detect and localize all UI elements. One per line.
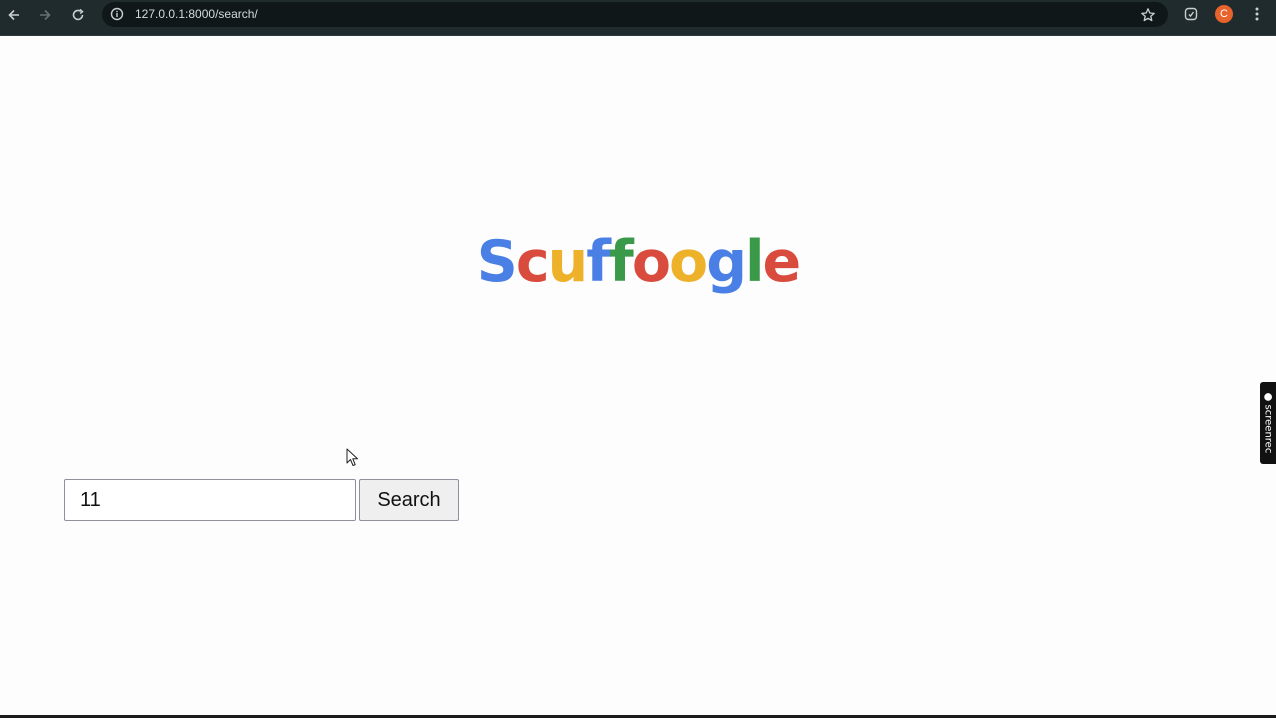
address-bar[interactable]: 127.0.0.1:8000/search/ (102, 2, 1168, 27)
reload-icon[interactable] (67, 4, 89, 26)
logo-letter: l (745, 229, 764, 295)
site-info-icon[interactable] (110, 7, 124, 21)
logo-letter: u (547, 229, 589, 295)
more-menu-icon[interactable] (1250, 6, 1264, 22)
logo-letter: o (631, 229, 671, 295)
logo-letter: f (586, 229, 611, 295)
site-logo: Scuffoogle (0, 226, 1276, 298)
mouse-cursor-icon (346, 448, 360, 468)
logo-letter: o (669, 229, 708, 295)
browser-toolbar: 127.0.0.1:8000/search/ C (0, 0, 1276, 36)
logo-letter: c (515, 229, 550, 295)
back-icon[interactable] (3, 4, 25, 26)
logo-letter: e (762, 229, 802, 295)
logo-letter: g (706, 229, 747, 295)
logo-letter: S (476, 229, 518, 295)
profile-avatar[interactable]: C (1215, 5, 1233, 23)
search-button[interactable]: Search (359, 479, 459, 521)
logo-letter: f (609, 229, 634, 295)
extensions-icon[interactable] (1183, 6, 1199, 22)
screenrec-tab[interactable]: ● screenrec (1260, 382, 1276, 464)
search-input[interactable] (64, 479, 356, 521)
address-url[interactable]: 127.0.0.1:8000/search/ (135, 7, 258, 21)
screenrec-label: ● screenrec (1262, 392, 1274, 454)
bookmark-star-icon[interactable] (1140, 7, 1156, 23)
forward-icon[interactable] (34, 4, 56, 26)
